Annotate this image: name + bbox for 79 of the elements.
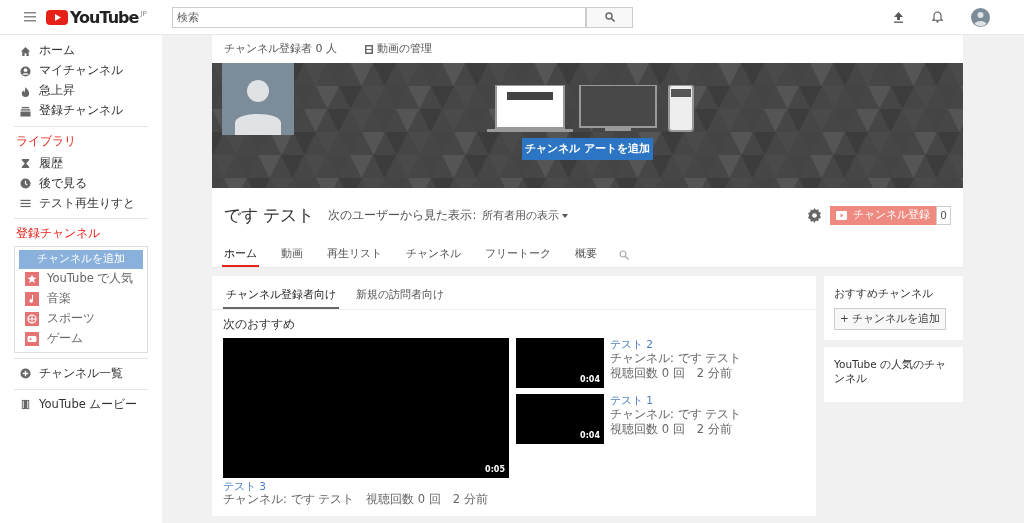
video-meta: チャンネル: です テスト 視聴回数 0 回 2 分前 (223, 492, 489, 506)
search-field[interactable]: 検索 (172, 6, 586, 28)
sidebar-item[interactable]: ゲーム (19, 328, 143, 349)
settings-button[interactable] (807, 208, 823, 223)
subscriber-count: チャンネル登録者 0 人 (224, 40, 337, 57)
sidebar-item[interactable]: ホーム (14, 41, 148, 61)
channel-tab[interactable]: 再生リスト (325, 242, 384, 267)
avatar-icon (971, 7, 990, 27)
feed-tab[interactable]: 新規の訪問者向け (353, 283, 447, 309)
flame-icon (20, 85, 31, 97)
add-channel-art-button[interactable]: チャンネル アートを追加 (522, 138, 653, 160)
list-icon (20, 197, 31, 209)
sidebar-item[interactable]: 登録チャンネル (14, 101, 148, 121)
channel-tab[interactable]: チャンネル (404, 242, 463, 267)
video-title[interactable]: テスト 1 (610, 394, 654, 407)
video-thumbnail[interactable]: 0:04 (516, 338, 604, 389)
sidebar-item[interactable]: 急上昇 (14, 81, 148, 101)
upload-icon (893, 11, 904, 23)
section-heading: ライブラリ (16, 133, 77, 150)
view-as-dropdown[interactable]: 所有者用の表示 (482, 207, 569, 224)
video-channel: チャンネル: です テスト (610, 406, 742, 422)
sidebar-item[interactable]: 履歴 (14, 153, 148, 174)
sidebar-item[interactable]: 後で見る (14, 173, 148, 194)
sidebar-item[interactable]: スポーツ (19, 308, 143, 329)
gamepad-icon (27, 333, 37, 344)
avatar-drawing (222, 63, 294, 135)
sidebar-item[interactable]: 音楽 (19, 288, 143, 309)
settings-icon (807, 208, 823, 223)
bell-icon (932, 11, 943, 23)
card-title: おすすめチャンネル (834, 286, 934, 301)
video-thumbnail[interactable]: 0:04 (516, 394, 604, 445)
card-title: YouTube の人気のチャンネル (834, 356, 948, 385)
section-title: 次のおすすめ (222, 316, 296, 333)
add-channel-button[interactable]: + チャンネルを追加 (834, 307, 947, 330)
hourglass-icon (20, 157, 31, 169)
sidebar-item[interactable]: YouTube で人気 (19, 268, 143, 289)
sidebar-item[interactable]: YouTube ムービー (14, 394, 148, 415)
menu-icon (24, 12, 36, 22)
film-icon (20, 399, 31, 410)
channel-tab[interactable]: 動画 (279, 242, 305, 267)
subscriptions-icon (20, 105, 31, 117)
feed-tab[interactable]: チャンネル登録者向け (223, 283, 339, 309)
search-icon (604, 12, 615, 22)
subscriber-count-badge: 0 (936, 206, 951, 225)
clock-icon (20, 177, 31, 189)
notifications-button[interactable] (932, 11, 943, 23)
account-icon (20, 65, 31, 77)
home-icon (20, 45, 31, 57)
upload-button[interactable] (893, 11, 904, 23)
search-button[interactable] (586, 6, 633, 28)
add-circle-icon (20, 368, 31, 379)
channel-tab[interactable]: フリートーク (483, 242, 553, 267)
manage-videos-link[interactable]: 動画の管理 (365, 40, 432, 58)
channel-tab[interactable]: 概要 (573, 242, 599, 267)
logo-text: YouTube (70, 8, 139, 26)
sidebar-item[interactable]: チャンネル一覧 (14, 363, 148, 384)
section-heading: 登録チャンネル (16, 225, 101, 243)
star-icon (27, 273, 37, 284)
view-as-label: 次のユーザーから見た表示: (328, 206, 477, 224)
channel-name: です テスト (224, 203, 315, 227)
video-title[interactable]: テスト 2 (610, 338, 654, 351)
video-title[interactable]: テスト 3 (223, 480, 267, 493)
play-logo-icon (46, 9, 68, 25)
ball-icon (27, 313, 37, 324)
caret-icon (562, 213, 569, 218)
video-meta: 視聴回数 0 回 2 分前 (610, 421, 732, 437)
grid-icon (365, 44, 373, 54)
channel-tab[interactable]: ホーム (222, 242, 259, 267)
sidebar-item[interactable]: テスト再生りすと (14, 193, 148, 214)
video-duration: 0:04 (580, 430, 600, 443)
video-meta: 視聴回数 0 回 2 分前 (610, 365, 732, 381)
video-channel: チャンネル: です テスト (610, 350, 742, 366)
account-button[interactable] (971, 7, 990, 27)
sidebar-item[interactable]: マイチャンネル (14, 61, 148, 81)
video-duration: 0:05 (485, 464, 505, 477)
play-icon (836, 211, 848, 220)
video-duration: 0:04 (580, 374, 600, 387)
search-icon (619, 250, 629, 260)
video-thumbnail[interactable]: 0:05 (223, 338, 509, 479)
